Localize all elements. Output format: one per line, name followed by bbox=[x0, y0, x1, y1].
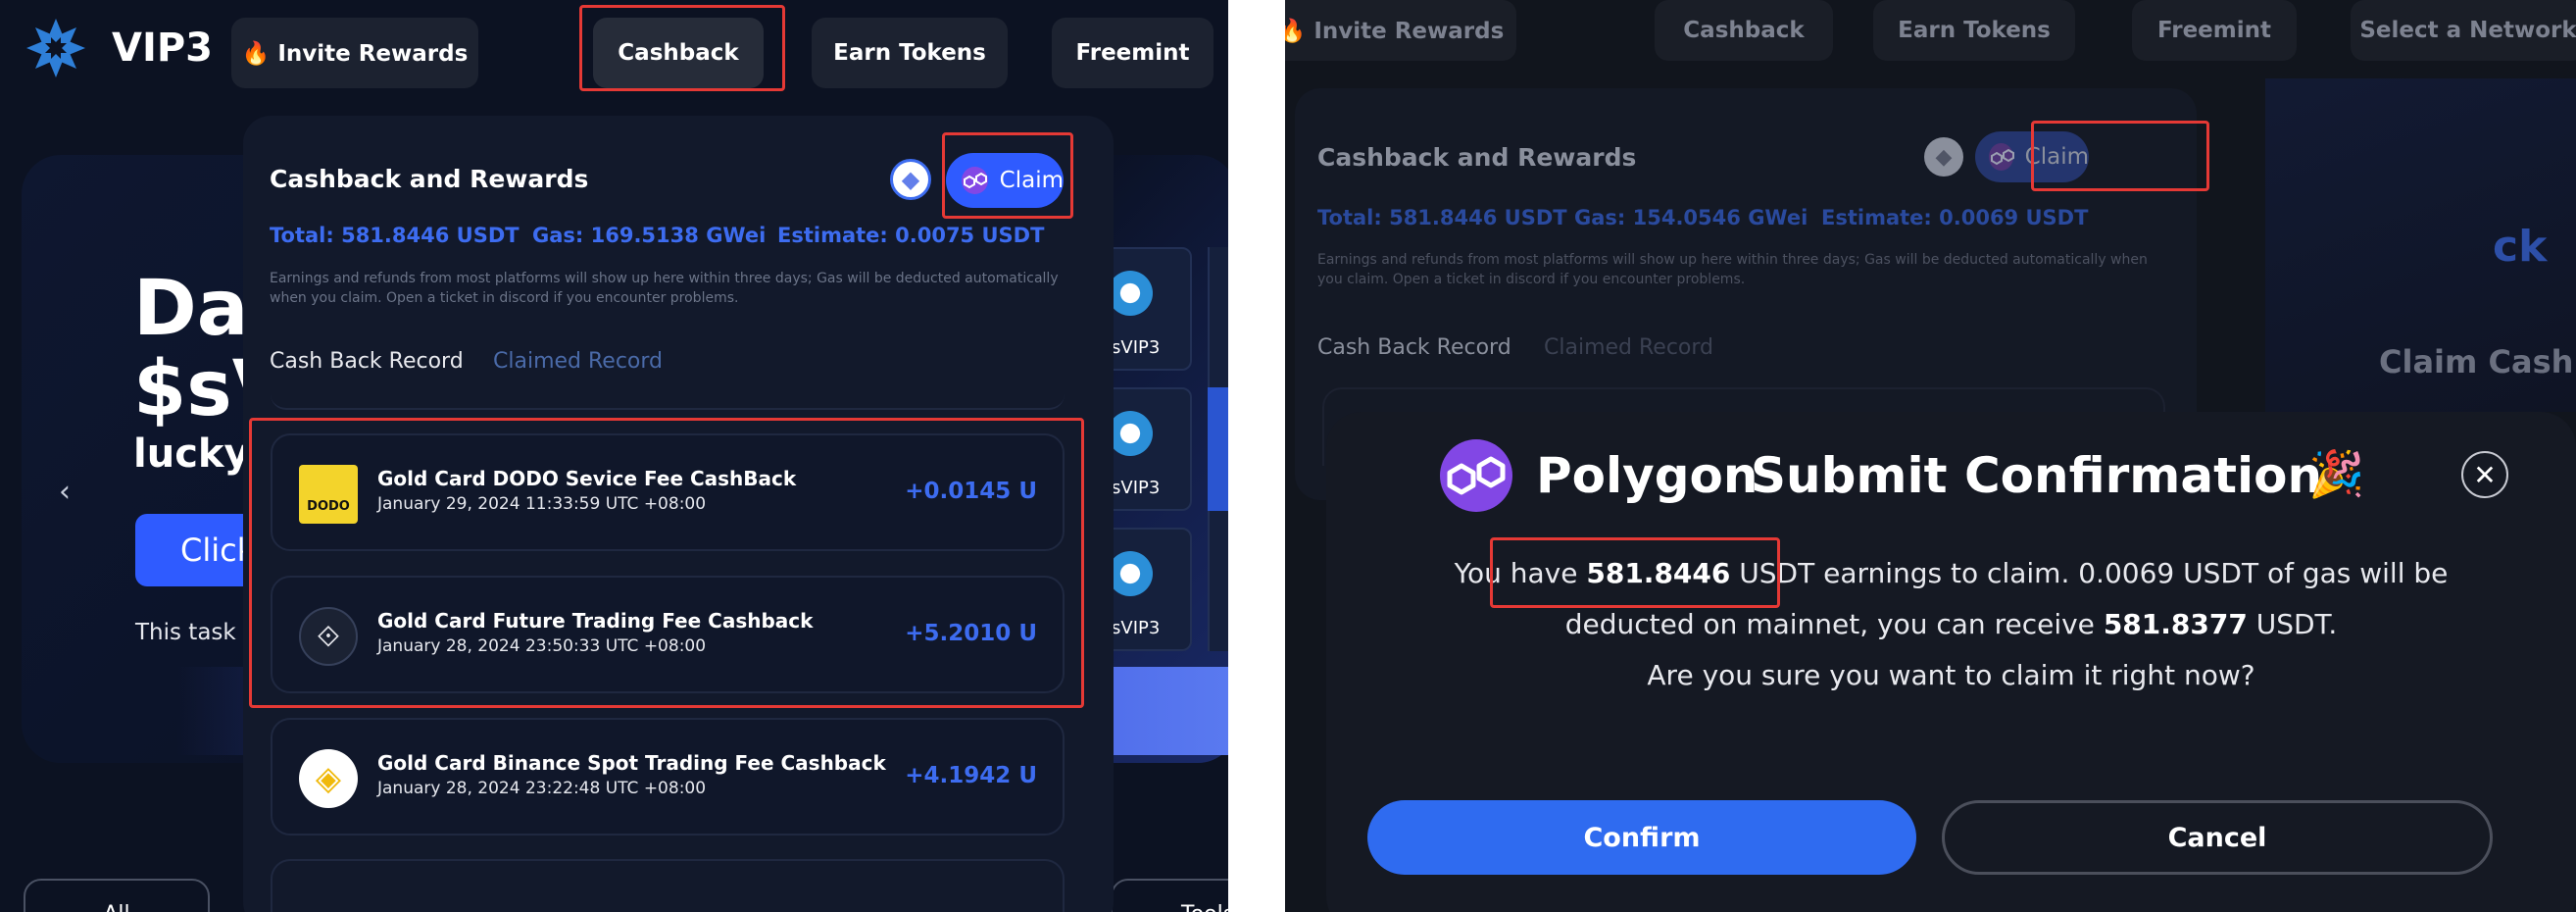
modal-close-icon[interactable]: ✕ bbox=[2461, 451, 2508, 498]
cashback-dropdown: Cashback and Rewards ◆ Claim Total: 581.… bbox=[243, 116, 1114, 912]
cashback-note: Earnings and refunds from most platforms… bbox=[270, 271, 1059, 306]
cashback-title: Cashback and Rewards bbox=[270, 165, 589, 193]
cancel-button[interactable]: Cancel bbox=[1942, 800, 2493, 875]
svip3-icon bbox=[1108, 271, 1153, 316]
cashback-note: Earnings and refunds from most platforms… bbox=[1317, 252, 2148, 287]
ethereum-icon[interactable]: ◆ bbox=[890, 159, 931, 200]
ethereum-icon[interactable]: ◆ bbox=[1924, 137, 1963, 177]
cashback-button[interactable]: Cashback bbox=[1655, 0, 1833, 61]
side-tile-accent bbox=[1208, 387, 1228, 511]
filter-tab-all-label: All bbox=[103, 902, 129, 912]
highlight-box bbox=[579, 5, 785, 91]
tile-label: sVIP3 bbox=[1112, 478, 1161, 498]
brand-name: VIP3 bbox=[112, 25, 213, 71]
msg-text: deducted on mainnet, you can receive bbox=[1564, 608, 2104, 640]
select-network-button[interactable]: Select a Network bbox=[2351, 0, 2576, 61]
filter-tab-all[interactable]: All bbox=[24, 879, 210, 912]
svip3-icon bbox=[1108, 551, 1153, 596]
tile-label: sVIP3 bbox=[1112, 337, 1161, 358]
gas-value: Gas: 169.5138 GWei bbox=[532, 224, 767, 247]
hero-click-button[interactable]: Click bbox=[135, 514, 255, 586]
freemint-button[interactable]: Freemint bbox=[1052, 18, 1214, 88]
record-next-edge bbox=[271, 859, 1065, 912]
total-value: Total: 581.8446 USDT bbox=[270, 224, 520, 247]
tab-claimed-record[interactable]: Claimed Record bbox=[493, 349, 663, 374]
party-popper-icon: 🎉 bbox=[2308, 447, 2365, 500]
confirm-label: Confirm bbox=[1583, 822, 1701, 853]
carousel-prev-icon[interactable]: ‹ bbox=[59, 475, 71, 509]
tab-cash-back-record[interactable]: Cash Back Record bbox=[1317, 335, 1511, 360]
record-row[interactable]: ◈ Gold Card Binance Spot Trading Fee Cas… bbox=[271, 718, 1065, 836]
bg-ck-text: ck bbox=[2493, 222, 2548, 272]
earn-tokens-button[interactable]: Earn Tokens bbox=[1873, 0, 2075, 61]
highlight-box bbox=[1490, 537, 1780, 608]
invite-rewards-button[interactable]: 🔥 Invite Rewards bbox=[1285, 0, 1516, 61]
svip3-icon bbox=[1108, 411, 1153, 456]
modal-message-line-3: Are you sure you want to claim it right … bbox=[1647, 659, 2255, 691]
hero-heading-3: lucky bbox=[133, 431, 250, 477]
msg-amount: 581.8377 bbox=[2103, 608, 2248, 640]
polygon-icon bbox=[1440, 439, 1512, 512]
msg-text: USDT. bbox=[2247, 608, 2338, 640]
tile-label: sVIP3 bbox=[1112, 618, 1161, 638]
filter-tab-tools-label: Tools bbox=[1181, 902, 1228, 912]
submit-confirmation-modal: Polygon Submit Confirmation 🎉 ✕ You have… bbox=[1326, 412, 2576, 912]
confirm-button[interactable]: Confirm bbox=[1367, 800, 1916, 875]
modal-title: Submit Confirmation bbox=[1751, 447, 2323, 504]
filter-tab-tools[interactable]: Tools bbox=[1111, 879, 1228, 912]
total-value: Total: 581.8446 USDT bbox=[1317, 206, 1567, 229]
vip3-logo-icon bbox=[24, 16, 88, 80]
bg-claim-cashback-text: Claim CashBa bbox=[2379, 343, 2576, 380]
msg-text: USDT earnings to claim. 0.0069 USDT of g… bbox=[1730, 557, 2449, 589]
highlight-box bbox=[942, 132, 1073, 219]
earn-tokens-button[interactable]: Earn Tokens bbox=[812, 18, 1008, 88]
right-screenshot: 🔥 Invite Rewards Cashback Earn Tokens Fr… bbox=[1285, 0, 2576, 912]
highlight-box bbox=[249, 418, 1084, 708]
record-edge bbox=[271, 394, 1065, 410]
highlight-box bbox=[2031, 121, 2209, 191]
left-screenshot: Dai $sV lucky Click This task re ‹ sVIP3… bbox=[0, 0, 1228, 912]
modal-message-line-2: deducted on mainnet, you can receive 581… bbox=[1326, 608, 2576, 640]
estimate-value: Estimate: 0.0069 USDT bbox=[1821, 206, 2089, 229]
record-title: Gold Card Binance Spot Trading Fee Cashb… bbox=[377, 751, 886, 775]
record-date: January 28, 2024 23:22:48 UTC +08:00 bbox=[377, 779, 707, 798]
gas-value: Gas: 154.0546 GWei bbox=[1574, 206, 1808, 229]
cancel-label: Cancel bbox=[2167, 822, 2267, 853]
polygon-icon bbox=[1989, 143, 2014, 171]
freemint-button[interactable]: Freemint bbox=[2132, 0, 2297, 61]
estimate-value: Estimate: 0.0075 USDT bbox=[777, 224, 1045, 247]
record-amount: +4.1942 U bbox=[905, 763, 1037, 788]
binance-logo-icon: ◈ bbox=[299, 749, 358, 808]
invite-rewards-button[interactable]: 🔥 Invite Rewards bbox=[231, 18, 478, 88]
modal-network-name: Polygon bbox=[1536, 447, 1759, 504]
cashback-title: Cashback and Rewards bbox=[1317, 143, 1637, 172]
tab-claimed-record[interactable]: Claimed Record bbox=[1544, 335, 1713, 360]
tab-cash-back-record[interactable]: Cash Back Record bbox=[270, 349, 464, 374]
